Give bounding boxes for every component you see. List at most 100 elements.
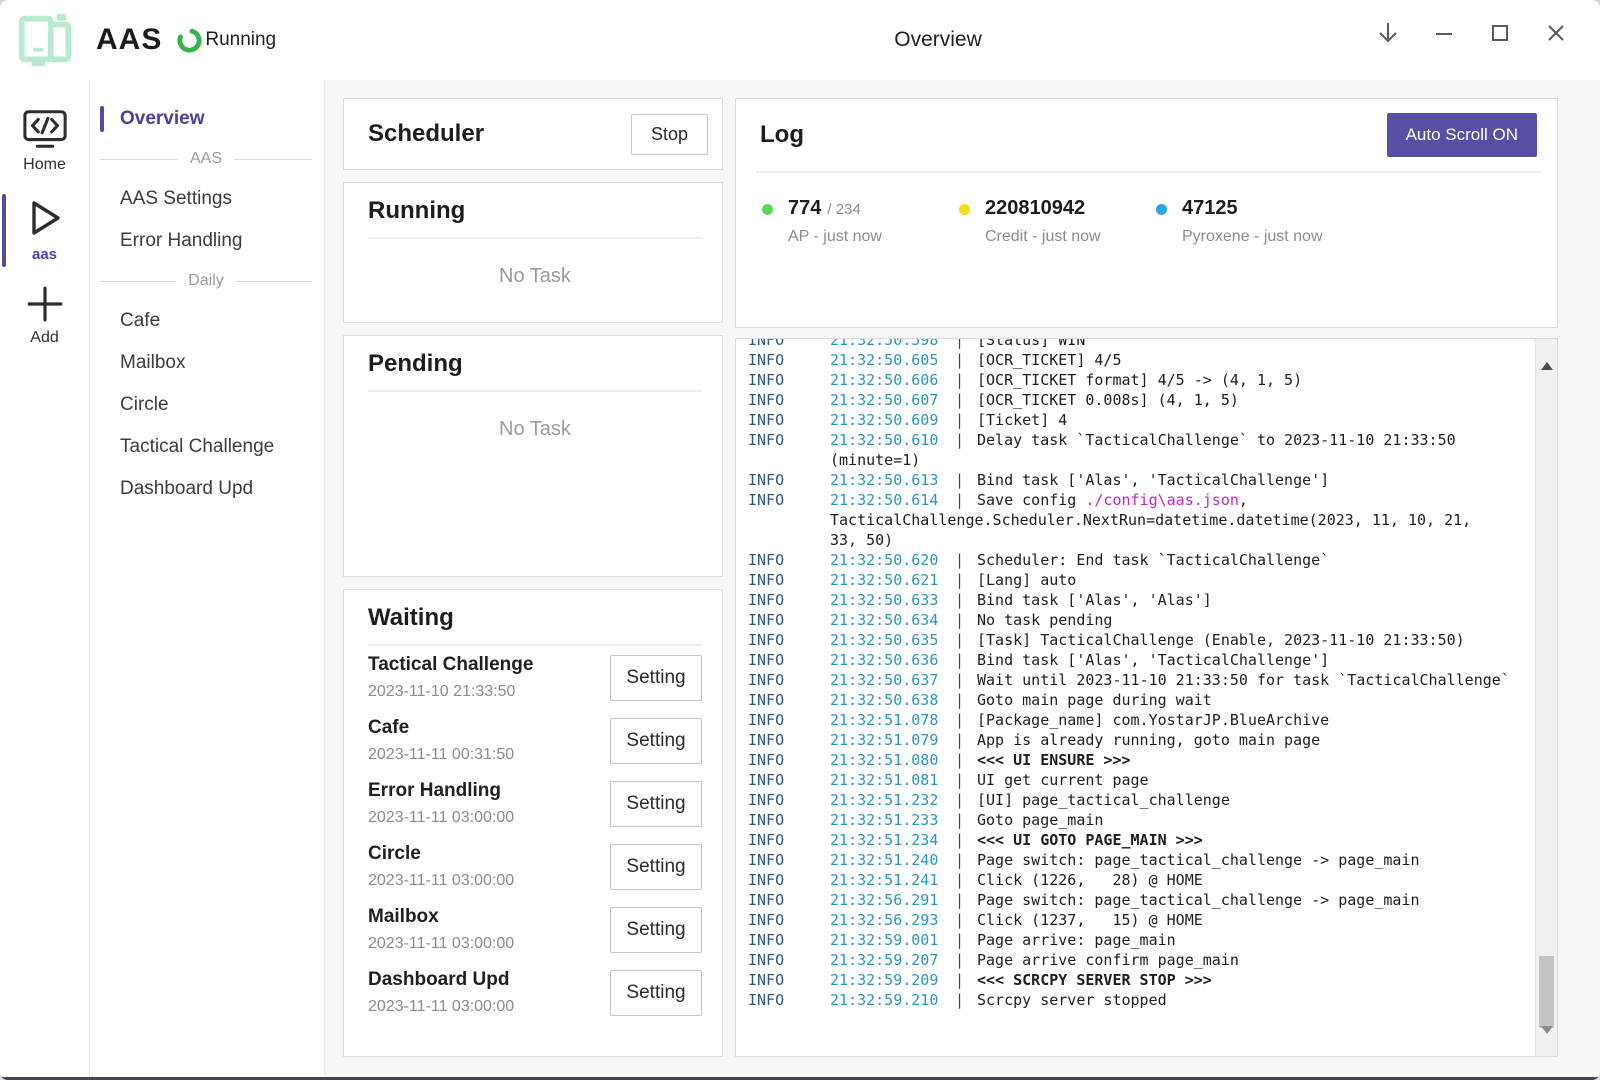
minimize-icon [1434, 23, 1454, 43]
download-update-button[interactable] [1372, 16, 1404, 50]
nav-item-dashboard-upd[interactable]: Dashboard Upd [90, 468, 324, 510]
titlebar: AAS Running Overview [0, 0, 1600, 80]
log-level: INFO [748, 690, 830, 710]
log-separator: | [955, 470, 977, 490]
log-message: Page switch: page_tactical_challenge -> … [977, 850, 1420, 870]
log-message: [UI] page_tactical_challenge [977, 790, 1230, 810]
divider [368, 390, 702, 392]
nav-item-mailbox[interactable]: Mailbox [90, 342, 324, 384]
log-level: INFO [748, 430, 830, 450]
log-message-segment: Click (1226, 28) @ HOME [977, 871, 1203, 889]
log-line: INFO21:32:50.633|Bind task ['Alas', 'Ala… [748, 590, 1531, 610]
log-timestamp: 21:32:50.637 [830, 670, 955, 690]
log-level: INFO [748, 810, 830, 830]
stat-text: 47125Pyroxene - just now [1182, 197, 1323, 246]
rail-item-aas[interactable]: aas [0, 188, 89, 273]
titlebar-left: AAS Running [14, 9, 276, 71]
home-code-monitor-icon [22, 108, 68, 150]
log-separator: | [955, 410, 977, 430]
log-level: INFO [748, 890, 830, 910]
nav-item-tactical-challenge[interactable]: Tactical Challenge [90, 426, 324, 468]
log-message: TacticalChallenge.Scheduler.NextRun=date… [830, 510, 1471, 530]
log-level: INFO [748, 630, 830, 650]
log-timestamp: 21:32:51.233 [830, 810, 955, 830]
log-line: INFO21:32:59.001|Page arrive: page_main [748, 930, 1531, 950]
maximize-icon [1490, 23, 1510, 43]
log-level: INFO [748, 470, 830, 490]
log-timestamp: 21:32:51.080 [830, 750, 955, 770]
task-setting-button[interactable]: Setting [610, 970, 702, 1016]
nav-section-divider-aas: AAS [90, 140, 324, 178]
log-message-segment: Delay task `TacticalChallenge` to 2023-1… [977, 431, 1456, 449]
log-level: INFO [748, 490, 830, 510]
log-message: [Lang] auto [977, 570, 1076, 590]
task-setting-button[interactable]: Setting [610, 655, 702, 701]
log-level: INFO [748, 550, 830, 570]
scroll-up-button[interactable] [1536, 345, 1557, 363]
log-message-segment: UI get current page [977, 771, 1149, 789]
log-level [748, 510, 830, 530]
log-timestamp: 21:32:50.621 [830, 570, 955, 590]
log-message-segment: Page arrive confirm page_main [977, 951, 1239, 969]
nav-item-error-handling[interactable]: Error Handling [90, 220, 324, 262]
log-separator: | [955, 730, 977, 750]
minimize-button[interactable] [1428, 16, 1460, 50]
task-scheduled-time: 2023-11-11 00:31:50 [368, 746, 610, 764]
log-timestamp: 21:32:56.291 [830, 890, 955, 910]
scroll-down-button[interactable] [1536, 1032, 1557, 1050]
rail-item-home[interactable]: Home [0, 100, 89, 184]
nav-item-cafe[interactable]: Cafe [90, 300, 324, 342]
auto-scroll-toggle-button[interactable]: Auto Scroll ON [1387, 113, 1537, 157]
log-message: Goto page_main [977, 810, 1103, 830]
log-timestamp: 21:32:50.634 [830, 610, 955, 630]
log-level: INFO [748, 910, 830, 930]
log-timestamp: 21:32:59.210 [830, 990, 955, 1010]
log-line-continuation: (minute=1) [748, 450, 1531, 470]
stat-text: 774/ 234AP - just now [788, 197, 882, 246]
log-timestamp: 21:32:51.081 [830, 770, 955, 790]
nav-item-circle[interactable]: Circle [90, 384, 324, 426]
stat-caption: Credit - just now [985, 228, 1101, 246]
nav-section-label: Daily [188, 272, 224, 290]
scrollbar-thumb[interactable] [1539, 956, 1554, 1028]
app-window: AAS Running Overview [0, 0, 1600, 1080]
scheduler-stop-button[interactable]: Stop [631, 114, 708, 155]
log-message: No task pending [977, 610, 1112, 630]
running-status-label: Running [205, 29, 276, 51]
log-line: INFO21:32:50.606|[OCR_TICKET format] 4/5… [748, 370, 1531, 390]
log-message-segment: Bind task ['Alas', 'TacticalChallenge'] [977, 651, 1329, 669]
task-setting-button[interactable]: Setting [610, 781, 702, 827]
stat-dot-icon [1156, 204, 1167, 215]
log-scrollbar[interactable] [1535, 339, 1557, 1056]
log-message: Save config ./config\aas.json, [977, 490, 1248, 510]
log-separator: | [955, 990, 977, 1010]
waiting-task-row: Circle2023-11-11 03:00:00Setting [368, 835, 702, 898]
nav-item-label: Overview [120, 108, 205, 129]
log-timestamp: 21:32:50.605 [830, 350, 955, 370]
log-separator: | [955, 850, 977, 870]
task-info: Dashboard Upd2023-11-11 03:00:00 [368, 969, 610, 1016]
log-line: INFO21:32:51.234|<<< UI GOTO PAGE_MAIN >… [748, 830, 1531, 850]
rail-item-add[interactable]: Add [0, 277, 89, 357]
log-message: <<< UI GOTO PAGE_MAIN >>> [977, 830, 1203, 850]
task-name: Cafe [368, 717, 610, 739]
log-separator: | [955, 390, 977, 410]
log-message: 33, 50) [830, 530, 893, 550]
task-scheduled-time: 2023-11-10 21:33:50 [368, 683, 610, 701]
log-header: Log Auto Scroll ON [736, 99, 1557, 171]
log-message: <<< UI ENSURE >>> [977, 750, 1131, 770]
log-line: INFO21:32:50.613|Bind task ['Alas', 'Tac… [748, 470, 1531, 490]
maximize-button[interactable] [1484, 16, 1516, 50]
task-setting-button[interactable]: Setting [610, 844, 702, 890]
nav-item-overview[interactable]: Overview [90, 98, 324, 140]
nav-item-aas-settings[interactable]: AAS Settings [90, 178, 324, 220]
task-setting-button[interactable]: Setting [610, 907, 702, 953]
task-setting-button[interactable]: Setting [610, 718, 702, 764]
log-message: Bind task ['Alas', 'Alas'] [977, 590, 1212, 610]
log-timestamp: 21:32:50.614 [830, 490, 955, 510]
log-message-segment: Click (1237, 15) @ HOME [977, 911, 1203, 929]
stat-dot-icon [959, 204, 970, 215]
log-message-segment: <<< UI GOTO PAGE_MAIN >>> [977, 831, 1203, 849]
log-level: INFO [748, 770, 830, 790]
close-button[interactable] [1540, 16, 1572, 50]
